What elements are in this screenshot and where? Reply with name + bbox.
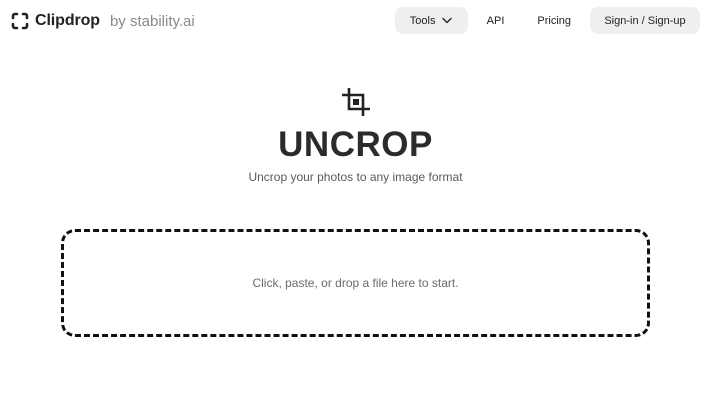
file-dropzone[interactable]: Click, paste, or drop a file here to sta… [61,229,650,337]
brand-byline: by stability.ai [109,12,195,30]
clipdrop-logo-icon [11,12,29,30]
tools-menu-button[interactable]: Tools [394,7,468,34]
header: Clipdrop by stability.ai Tools API Prici… [0,0,711,42]
api-link[interactable]: API [487,7,505,34]
dropzone-instructions: Click, paste, or drop a file here to sta… [252,276,459,290]
page-subtitle: Uncrop your photos to any image format [248,170,463,184]
page-title: UNCROP [278,125,433,164]
page: Clipdrop by stability.ai Tools API Prici… [0,0,711,400]
crop-icon [342,88,370,116]
signin-button[interactable]: Sign-in / Sign-up [590,7,700,34]
tools-label: Tools [409,14,436,27]
pricing-link[interactable]: Pricing [537,7,571,34]
top-nav: Tools API Pricing Sign-in / Sign-up [394,7,700,34]
brand-logo[interactable]: Clipdrop by stability.ai [11,11,195,31]
brand-name: Clipdrop [35,12,100,29]
chevron-down-icon [442,17,453,24]
